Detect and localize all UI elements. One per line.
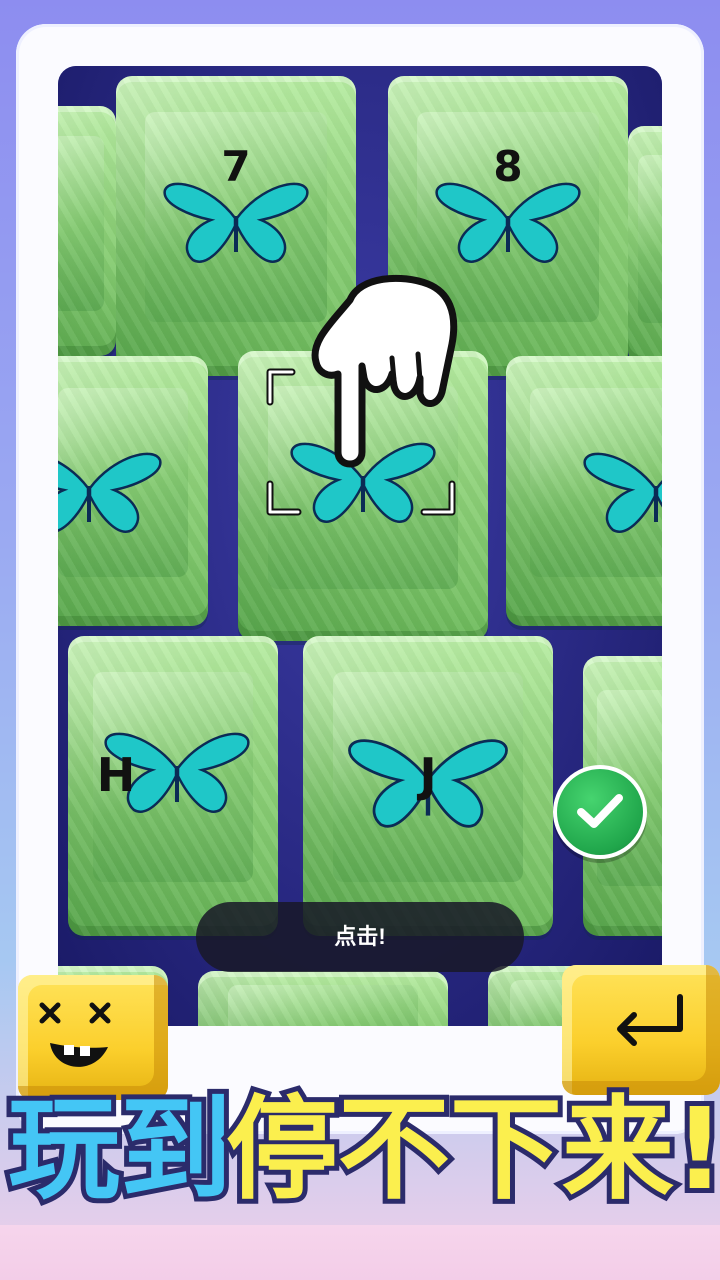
keycap-right-mid[interactable] xyxy=(506,356,662,626)
pointing-hand-icon xyxy=(266,274,458,516)
tap-toast: 点击! xyxy=(196,902,524,972)
check-icon xyxy=(577,794,623,828)
keycap-bottom-mid[interactable] xyxy=(198,971,448,1026)
butterfly-icon xyxy=(583,452,662,533)
key-label: 8 xyxy=(493,142,523,191)
keycap-7[interactable] xyxy=(58,106,116,356)
keycap-j[interactable]: J xyxy=(303,636,553,936)
dizzy-face-icon xyxy=(39,1002,111,1067)
keycap-h[interactable]: H xyxy=(68,636,278,936)
key-label: J xyxy=(419,748,437,802)
bottom-strip xyxy=(0,1225,720,1280)
butterfly-icon xyxy=(58,452,162,533)
correct-check-badge xyxy=(553,765,647,859)
banner-text-part2: 停不下来! xyxy=(221,1080,720,1220)
key-label: 7 xyxy=(221,142,251,191)
keycap-edge-right[interactable] xyxy=(628,126,662,366)
keycap-left-mid[interactable] xyxy=(58,356,208,626)
promo-banner: 玩到 停不下来! xyxy=(0,1075,720,1225)
game-board: 7 8 H J xyxy=(58,66,662,1026)
banner-text-part1: 玩到 xyxy=(3,1080,237,1220)
key-label: H xyxy=(96,748,136,802)
enter-arrow-icon xyxy=(617,994,683,1046)
